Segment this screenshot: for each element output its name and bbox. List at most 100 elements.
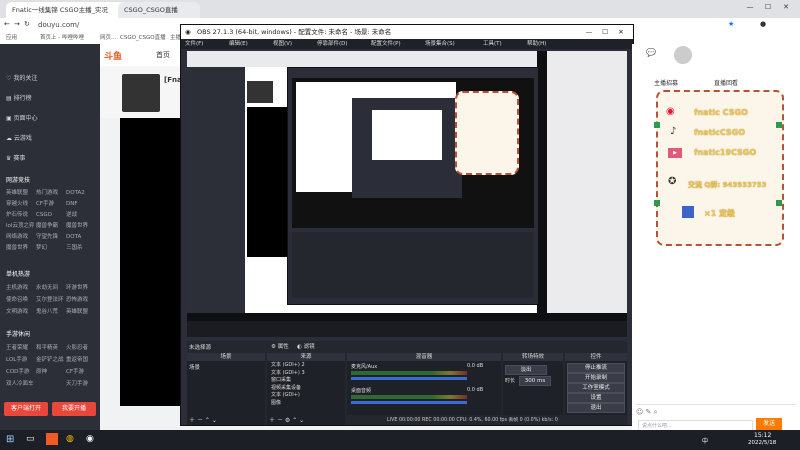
send-button[interactable]: 发送 [756,418,782,430]
menu-tools[interactable]: 工具(T) [483,39,502,49]
gear-icon[interactable]: ⚙ [285,417,290,424]
volume-slider[interactable] [351,377,467,380]
sidebar-item-follow[interactable]: ♡ 我的关注 [6,72,37,86]
list-item[interactable]: 魔兽世界 梦幻 三国杀 [6,243,98,254]
down-icon[interactable]: ⌄ [299,417,304,424]
up-icon[interactable]: ⌃ [205,417,210,424]
clock-time[interactable]: 15:12 [754,432,771,439]
menu-scene-collection[interactable]: 场景集合(S) [425,39,455,49]
list-item[interactable]: 主机游戏 永劫无间 环游世界 [6,282,98,294]
nav-home[interactable]: 首页 [156,50,170,60]
settings-button[interactable]: 设置 [567,393,625,403]
exit-button[interactable]: 退出 [567,403,625,413]
maximize-icon[interactable]: ☐ [762,3,774,11]
source-item[interactable]: 文本 (GDI+) 3 [271,370,341,378]
obs-close-icon[interactable]: ✕ [615,25,627,39]
clock-date[interactable]: 2022/5/18 [748,440,776,446]
reload-icon[interactable]: ↻ [24,20,30,28]
scenes-dock: 场景 场景 ＋ － ⌃ ⌄ [187,353,265,425]
tab-recruit[interactable]: 主播招募 [654,78,678,87]
browser-tab-second[interactable]: CSGO_CSGO直播 [118,2,200,18]
cloud-icon: ☁ [6,135,12,142]
list-item[interactable]: 使命召唤 艾尔登法环 恐怖游戏 [6,294,98,306]
banner-line-tiktok: fnaticCSGO [694,128,746,137]
source-item[interactable]: 视频采集设备 [271,385,341,393]
obs-minimize-icon[interactable]: — [583,25,595,39]
obs-taskbar-icon[interactable]: ◉ [86,434,94,444]
list-item[interactable]: COD手游 原神 CF手游 [6,366,98,378]
browser-tab-active[interactable]: Fnatic一线集锦 CSGO主播_实况 [6,2,128,18]
list-item[interactable]: 网络游戏 守望先锋 DOTA [6,232,98,243]
list-item[interactable]: LOL手游 金铲铲之战 重返帝国 [6,354,98,366]
chrome-icon[interactable]: ◍ [66,434,74,444]
windows-start-icon[interactable]: ⊞ [6,434,14,445]
sidebar-item-cloud[interactable]: ☁ 云游戏 [6,132,32,146]
tab-title: Fnatic一线集锦 CSGO主播_实况 [12,6,108,14]
nested-browser-bar [187,51,537,67]
list-item[interactable]: 王者荣耀 和平精英 火影忍者 [6,342,98,354]
bookmark-apps[interactable]: 应用 [6,32,17,44]
open-client-button[interactable]: 客户端打开 [4,402,48,416]
scene-item[interactable]: 场景 [187,361,265,373]
list-item[interactable]: 穿越火线 CF手游 DNF [6,199,98,210]
up-icon[interactable]: ⌃ [292,417,297,424]
bookmark-3[interactable]: CSGO_CSGO直播 [120,32,166,44]
transition-select[interactable]: 淡出 [505,365,547,375]
menu-help[interactable]: 帮助(H) [527,39,546,49]
properties-button[interactable]: ⚙ 属性 [271,342,289,350]
duration-field[interactable]: 300 ms [519,376,551,386]
studio-mode-button[interactable]: 工作室模式 [567,383,625,393]
obs-maximize-icon[interactable]: ☐ [599,25,611,39]
list-item[interactable]: 炉石传说 CSGO 逆战 [6,210,98,221]
start-live-button[interactable]: 我要开播 [52,402,96,416]
source-item[interactable]: 窗口采集 [271,377,341,385]
url-field[interactable]: douyu.com/ [38,21,79,29]
minimize-icon[interactable]: — [744,3,756,11]
profile-icon[interactable]: ● [760,20,766,28]
volume-slider[interactable] [351,401,467,404]
user-avatar[interactable] [674,46,692,64]
filters-button[interactable]: ◐ 滤镜 [297,342,315,350]
list-item[interactable]: lol云顶之弈 魔兽争霸 魔兽世界 [6,221,98,232]
list-item[interactable]: 文明游戏 鬼谷八荒 英雄联盟 [6,306,98,318]
folder-icon[interactable]: ▭ [26,434,35,444]
sidebar-item-pages[interactable]: ▣ 页面中心 [6,112,38,126]
source-item[interactable]: 文本 (GDI+) [271,392,341,400]
site-logo[interactable]: 斗鱼 [104,49,122,62]
remove-icon[interactable]: － [197,417,203,424]
web-games-grid: 英雄联盟 热门游戏 DOTA2 穿越火线 CF手游 DNF 炉石传说 CSGO 逆战 lol… [6,188,98,254]
menu-file[interactable]: 文件(F) [185,39,203,49]
scenes-header: 场景 [187,353,265,361]
obs-menubar: 文件(F) 编辑(E) 视图(V) 停靠部件(D) 配置文件(P) 场景集合(S… [181,39,633,49]
avatar[interactable] [122,74,160,112]
add-icon[interactable]: ＋ [189,417,195,424]
sidebar-item-rank[interactable]: ▤ 排行榜 [6,92,32,106]
list-item[interactable]: 英雄联盟 热门游戏 DOTA2 [6,188,98,199]
close-icon[interactable]: ✕ [780,3,792,11]
down-icon[interactable]: ⌄ [212,417,217,424]
douyu-app-icon[interactable] [46,433,58,445]
source-item[interactable]: 文本 (GDI+) 2 [271,362,341,370]
obs-preview[interactable] [187,51,627,337]
forward-icon[interactable]: → [14,20,20,28]
bookmark-1[interactable]: 首页上 - 哔哩哔哩 [40,32,84,44]
list-item[interactable]: 双人冷面车 天刀手游 [6,378,98,390]
chat-icon[interactable]: 💬 [646,48,656,57]
stop-streaming-button[interactable]: 停止推流 [567,363,625,373]
video-player[interactable] [120,118,180,406]
bookmark-2[interactable]: 网页... [100,32,116,44]
chat-toolbar-icons[interactable]: ☺ ✎ ⌕ [636,408,658,417]
tab-replay[interactable]: 直播回看 [714,78,738,87]
start-recording-button[interactable]: 开始录制 [567,373,625,383]
back-icon[interactable]: ← [4,20,10,28]
ime-indicator[interactable]: 中 [702,436,708,445]
menu-view[interactable]: 视图(V) [273,39,292,49]
menu-profile[interactable]: 配置文件(P) [371,39,401,49]
sidebar-item-esports[interactable]: ♛ 赛事 [6,152,25,166]
menu-edit[interactable]: 编辑(E) [229,39,248,49]
source-item[interactable]: 图像 [271,400,341,408]
menu-docks[interactable]: 停靠部件(D) [317,39,348,49]
remove-icon[interactable]: － [277,417,283,424]
add-icon[interactable]: ＋ [269,417,275,424]
bookmark-star-icon[interactable]: ★ [728,20,734,28]
